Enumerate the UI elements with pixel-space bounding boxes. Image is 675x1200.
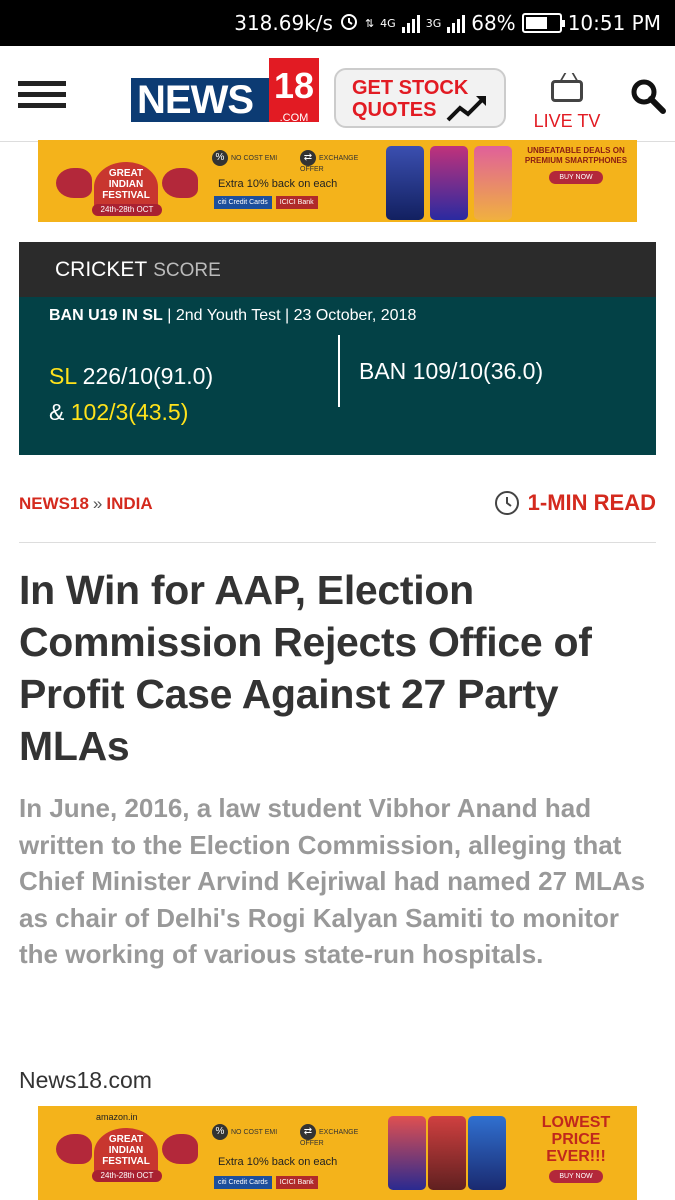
- network-type-2: 3G: [425, 16, 442, 30]
- search-icon[interactable]: [630, 78, 666, 114]
- team2-score: BAN 109/10(36.0): [359, 358, 544, 384]
- alarm-icon: [339, 11, 359, 36]
- trending-up-icon: [446, 96, 486, 122]
- network-speed: 318.69k/s: [234, 11, 333, 35]
- status-bar: 318.69k/s ⇅ 4G 3G 68% 10:51 PM: [0, 0, 675, 46]
- festival-badge: amazon.in GREAT INDIAN FESTIVAL 24th-28t…: [52, 1112, 202, 1184]
- ad-headline: UNBEATABLE DEALS ON PREMIUM SMARTPHONES …: [521, 146, 631, 218]
- buy-now-button[interactable]: BUY NOW: [549, 1170, 603, 1183]
- divider: [19, 542, 656, 543]
- tv-icon: [551, 80, 583, 102]
- elephant-icon: [162, 168, 198, 198]
- article-source: News18.com: [19, 1067, 152, 1093]
- signal-strength-icon: [401, 13, 420, 33]
- cricket-header: CRICKET SCORE: [19, 242, 656, 297]
- smartphone-images: [378, 1108, 518, 1190]
- ad-offers: % NO COST EMI ⇄ EXCHANGE OFFER Extra 10% b…: [208, 146, 388, 218]
- battery-percent: 68%: [471, 11, 516, 35]
- breadcrumb: NEWS18» INDIA: [19, 494, 153, 513]
- elephant-icon: [56, 168, 92, 198]
- news18-logo[interactable]: NEWS 18 .COM: [131, 58, 319, 128]
- advertisement-banner-top[interactable]: GREAT INDIAN FESTIVAL 24th-28th OCT % NO …: [38, 140, 637, 222]
- read-time: 1-MIN READ: [494, 490, 656, 516]
- exchange-icon: ⇄: [300, 1124, 316, 1140]
- cricket-score-widget[interactable]: CRICKET SCORE BAN U19 IN SL | 2nd Youth T…: [19, 242, 656, 455]
- article-summary: In June, 2016, a law student Vibhor Anan…: [19, 793, 646, 969]
- get-stock-quotes-button[interactable]: GET STOCK QUOTES: [334, 68, 506, 128]
- live-tv-button[interactable]: LIVE TV: [532, 74, 602, 134]
- signal-strength-icon: [447, 13, 466, 33]
- clock-icon: [494, 491, 519, 515]
- menu-icon[interactable]: [18, 81, 66, 109]
- exchange-icon: ⇄: [300, 150, 316, 166]
- advertisement-banner-bottom[interactable]: amazon.in GREAT INDIAN FESTIVAL 24th-28t…: [38, 1106, 637, 1200]
- data-activity-icon: ⇅: [364, 16, 375, 30]
- article-headline: In Win for AAP, Election Commission Reje…: [19, 567, 592, 769]
- percent-icon: %: [212, 150, 228, 166]
- buy-now-button[interactable]: BUY NOW: [549, 171, 603, 184]
- ad-offers: % NO COST EMI ⇄ EXCHANGE OFFER Extra 10% b…: [208, 1112, 388, 1189]
- festival-badge: GREAT INDIAN FESTIVAL 24th-28th OCT: [52, 146, 202, 218]
- site-header: NEWS 18 .COM GET STOCK QUOTES LIVE TV: [0, 46, 675, 142]
- elephant-icon: [162, 1134, 198, 1164]
- battery-icon: [521, 13, 565, 33]
- network-type-1: 4G: [380, 16, 396, 30]
- team1-score: SL 226/10(91.0) & 102/3(43.5): [49, 363, 214, 425]
- score-divider: [338, 335, 340, 407]
- elephant-icon: [56, 1134, 92, 1164]
- smartphone-images: [378, 142, 518, 220]
- breadcrumb-section-link[interactable]: INDIA: [106, 494, 152, 513]
- match-info: BAN U19 IN SL | 2nd Youth Test | 23 Octo…: [49, 307, 417, 324]
- percent-icon: %: [212, 1124, 228, 1140]
- ad-headline: LOWEST PRICE EVER!!! BUY NOW: [521, 1114, 631, 1186]
- clock: 10:51 PM: [567, 11, 661, 35]
- breadcrumb-site-link[interactable]: NEWS18: [19, 494, 89, 513]
